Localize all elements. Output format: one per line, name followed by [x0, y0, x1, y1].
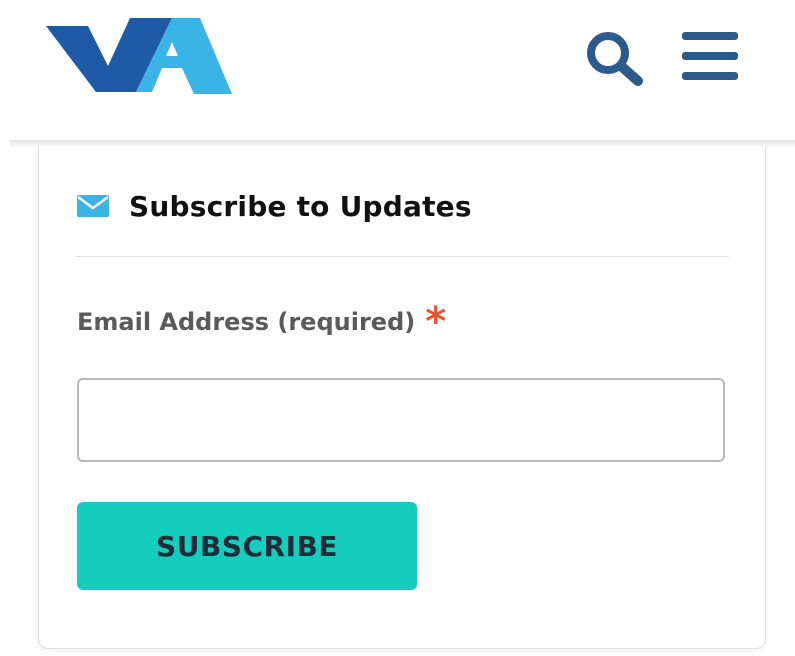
envelope-icon: [77, 195, 109, 217]
divider: [75, 256, 729, 257]
card-title: Subscribe to Updates: [129, 189, 472, 223]
vta-logo-icon: [46, 18, 232, 94]
search-icon: [587, 32, 643, 86]
search-button[interactable]: [582, 28, 646, 86]
email-label: Email Address (required): [77, 308, 416, 336]
email-input[interactable]: [77, 378, 725, 462]
hamburger-menu-icon: [682, 32, 738, 80]
email-label-row: Email Address (required) *: [77, 302, 446, 342]
site-header: [0, 0, 795, 140]
required-asterisk: *: [425, 299, 447, 345]
subscribe-button[interactable]: SUBSCRIBE: [77, 502, 417, 590]
card-header: Subscribe to Updates: [77, 184, 472, 228]
page: Subscribe to Updates Email Address (requ…: [0, 0, 795, 656]
subscribe-card: Subscribe to Updates Email Address (requ…: [38, 146, 766, 649]
vta-logo[interactable]: [44, 12, 234, 98]
menu-button[interactable]: [680, 30, 742, 82]
